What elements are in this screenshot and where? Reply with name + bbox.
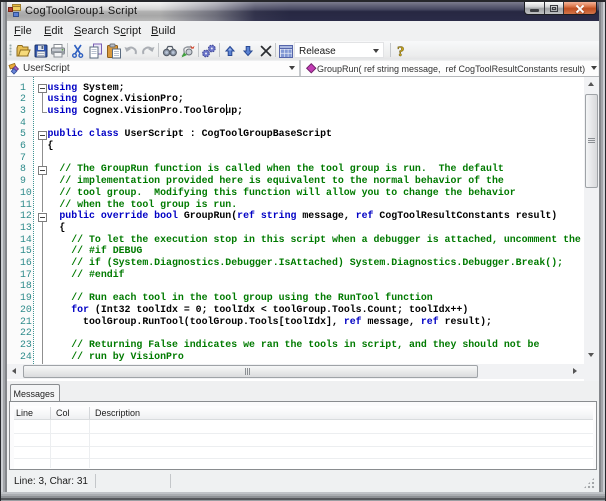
svg-text:?: ? xyxy=(397,44,405,59)
